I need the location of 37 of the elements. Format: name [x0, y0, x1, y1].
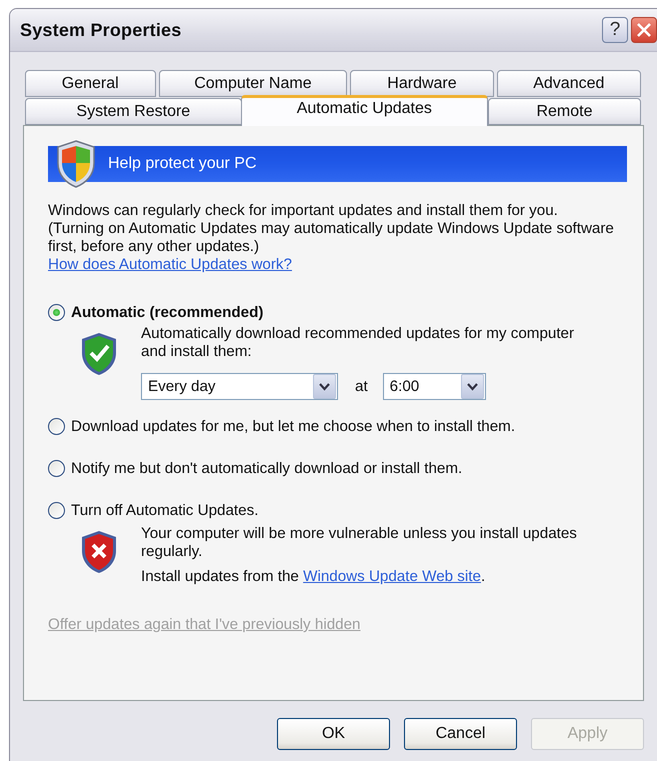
option-description: Automatically download recommended updates for my computer and install them:	[141, 325, 576, 361]
help-link[interactable]: How does Automatic Updates work?	[48, 256, 292, 274]
tab[interactable]: Remote	[488, 98, 641, 125]
radio-button[interactable]	[48, 418, 65, 435]
time-dropdown[interactable]: 6:00	[382, 373, 486, 400]
radio-option[interactable]: Notify me but don't automatically download or install them.	[48, 460, 627, 477]
install-text: Install updates from the	[141, 568, 300, 585]
x-shield-icon	[79, 529, 119, 575]
check-shield-icon	[79, 331, 119, 377]
windows-update-link[interactable]: Windows Update Web site	[303, 568, 481, 585]
radio-button[interactable]	[48, 502, 65, 519]
radio-option[interactable]: Turn off Automatic Updates.	[48, 502, 627, 519]
banner-title: Help protect your PC	[108, 155, 257, 173]
tab[interactable]: Hardware	[350, 70, 494, 97]
tab[interactable]: Computer Name	[158, 70, 348, 97]
close-button[interactable]	[631, 17, 657, 43]
radio-button[interactable]	[48, 304, 65, 321]
radio-option[interactable]: Automatic (recommended)	[48, 304, 627, 321]
close-icon	[636, 22, 652, 38]
at-label: at	[355, 378, 368, 395]
tab[interactable]: Automatic Updates	[240, 95, 488, 126]
intro-text: Windows can regularly check for important updates and install them for you.	[48, 202, 558, 220]
window-title: System Properties	[20, 20, 182, 40]
tab[interactable]: System Restore	[25, 98, 242, 125]
intro-text: (Turning on Automatic Updates may automatically update Windows Update software first, before any other updates.)	[48, 220, 615, 256]
chevron-down-icon	[466, 382, 478, 390]
warning-text: Your computer will be more vulnerable unless you install updates regularly.	[141, 525, 578, 561]
dialog-button[interactable]: Cancel	[404, 718, 517, 750]
radio-button[interactable]	[48, 460, 65, 477]
dialog-button[interactable]: OK	[277, 718, 390, 750]
period-text: .	[480, 568, 486, 585]
radio-option[interactable]: Download updates for me, but let me choose when to install them.	[48, 418, 627, 435]
tab[interactable]: General	[25, 70, 156, 97]
help-button[interactable]: ?	[602, 17, 628, 43]
frequency-dropdown[interactable]: Every day	[141, 373, 338, 400]
tab[interactable]: Advanced	[496, 70, 641, 97]
chevron-down-icon	[319, 382, 330, 390]
